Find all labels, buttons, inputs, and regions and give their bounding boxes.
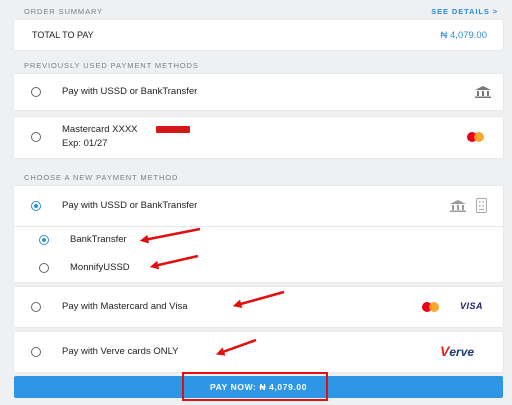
new-method-header: CHOOSE A NEW PAYMENT METHOD bbox=[24, 170, 498, 184]
new-ussd-card: Pay with USSD or BankTransfer BankTransf… bbox=[14, 186, 503, 282]
previous-ussd-radio[interactable] bbox=[31, 87, 41, 97]
new-method-title: CHOOSE A NEW PAYMENT METHOD bbox=[24, 172, 179, 182]
mastercard-visa-option[interactable]: Pay with Mastercard and Visa VISA bbox=[14, 287, 503, 327]
bank-icon bbox=[475, 86, 491, 98]
mastercard-icon bbox=[422, 302, 439, 312]
monnifyussd-suboption[interactable]: MonnifyUSSD bbox=[14, 258, 503, 278]
saved-mastercard-option[interactable]: Mastercard XXXX Exp: 01/27 bbox=[14, 117, 503, 158]
new-ussd-label: Pay with USSD or BankTransfer bbox=[62, 200, 198, 211]
total-label: TOTAL TO PAY bbox=[32, 30, 94, 40]
mastercard-visa-radio[interactable] bbox=[31, 302, 41, 312]
divider bbox=[14, 226, 503, 227]
banktransfer-radio[interactable] bbox=[39, 235, 49, 245]
verve-option[interactable]: Pay with Verve cards ONLY Verve bbox=[14, 332, 503, 372]
previous-methods-header: PREVIOUSLY USED PAYMENT METHODS bbox=[24, 58, 498, 72]
saved-card-exp: Exp: 01/27 bbox=[62, 138, 108, 149]
redaction-mark bbox=[156, 126, 190, 133]
previous-methods-title: PREVIOUSLY USED PAYMENT METHODS bbox=[24, 60, 199, 70]
highlight-box bbox=[182, 372, 328, 401]
saved-card-number: Mastercard XXXX bbox=[62, 124, 138, 135]
bank-icon bbox=[450, 200, 466, 212]
phone-ussd-icon bbox=[476, 198, 487, 213]
saved-card-radio[interactable] bbox=[31, 132, 41, 142]
mastercard-visa-label: Pay with Mastercard and Visa bbox=[62, 301, 188, 312]
mastercard-icon bbox=[467, 132, 484, 142]
verve-logo: Verve bbox=[440, 343, 475, 359]
order-summary-title: ORDER SUMMARY bbox=[24, 6, 104, 16]
total-card: TOTAL TO PAY ₦ 4,079.00 bbox=[14, 20, 503, 50]
verve-radio[interactable] bbox=[31, 347, 41, 357]
see-details-link[interactable]: SEE DETAILS > bbox=[431, 7, 498, 16]
order-summary-header: ORDER SUMMARY SEE DETAILS > bbox=[24, 4, 498, 18]
previous-ussd-label: Pay with USSD or BankTransfer bbox=[62, 86, 198, 97]
banktransfer-suboption[interactable]: BankTransfer bbox=[14, 230, 503, 250]
new-ussd-radio[interactable] bbox=[31, 201, 41, 211]
visa-logo: VISA bbox=[460, 301, 484, 311]
verve-label: Pay with Verve cards ONLY bbox=[62, 346, 179, 357]
new-ussd-option[interactable]: Pay with USSD or BankTransfer bbox=[14, 186, 503, 224]
monnifyussd-radio[interactable] bbox=[39, 263, 49, 273]
banktransfer-label: BankTransfer bbox=[70, 234, 127, 245]
monnifyussd-label: MonnifyUSSD bbox=[70, 262, 130, 273]
total-amount: ₦ 4,079.00 bbox=[440, 30, 487, 41]
previous-ussd-option[interactable]: Pay with USSD or BankTransfer bbox=[14, 74, 503, 110]
